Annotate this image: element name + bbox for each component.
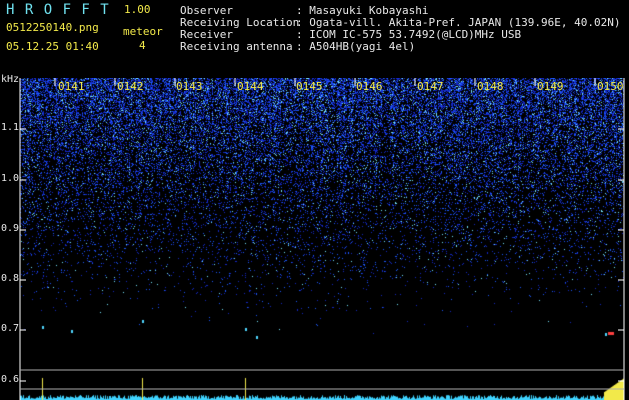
y-tick-0-6: 0.6 [1, 374, 20, 385]
app-name: H R O F F T [6, 2, 110, 18]
observer-value: : Masayuki Kobayashi [296, 4, 429, 17]
meteor-label: meteor [123, 25, 163, 38]
y-tick-0-7: 0.7 [1, 323, 20, 334]
date-time: 05.12.25 01:40 [6, 40, 99, 53]
receiver-label: Receiver [180, 28, 233, 41]
time-label-0146: 0146 [356, 80, 383, 93]
y-tick-1-0: 1.0 [1, 173, 20, 184]
time-label-0148: 0148 [477, 80, 504, 93]
receiver-value: : ICOM IC-575 53.7492(@LCD)MHz USB [296, 28, 522, 41]
time-label-0145: 0145 [296, 80, 323, 93]
file-name: 0512250140.png [6, 21, 99, 34]
time-label-0147: 0147 [417, 80, 444, 93]
meteor-count: 4 [139, 39, 146, 52]
antenna-value: : A504HB(yagi 4el) [296, 40, 416, 53]
axis-unit: kHz [1, 74, 20, 85]
amplitude-strip [20, 370, 624, 400]
location-value: : Ogata-vill. Akita-Pref. JAPAN (139.96E… [296, 16, 621, 29]
time-label-0141: 0141 [58, 80, 85, 93]
time-label-0149: 0149 [537, 80, 564, 93]
location-label: Receiving Location [180, 16, 300, 29]
time-label-0142: 0142 [117, 80, 144, 93]
y-tick-0-8: 0.8 [1, 273, 20, 284]
spectrogram [20, 78, 624, 370]
time-label-0144: 0144 [237, 80, 264, 93]
app-version: 1.00 [124, 3, 151, 16]
time-label-0143: 0143 [176, 80, 203, 93]
hrofft-window: H R O F F T 1.00 0512250140.png meteor 0… [0, 0, 629, 400]
time-label-0150: 0150 [597, 80, 624, 93]
observer-label: Observer [180, 4, 233, 17]
y-tick-0-9: 0.9 [1, 223, 20, 234]
antenna-label: Receiving antenna [180, 40, 293, 53]
y-tick-1-1: 1.1 [1, 122, 20, 133]
